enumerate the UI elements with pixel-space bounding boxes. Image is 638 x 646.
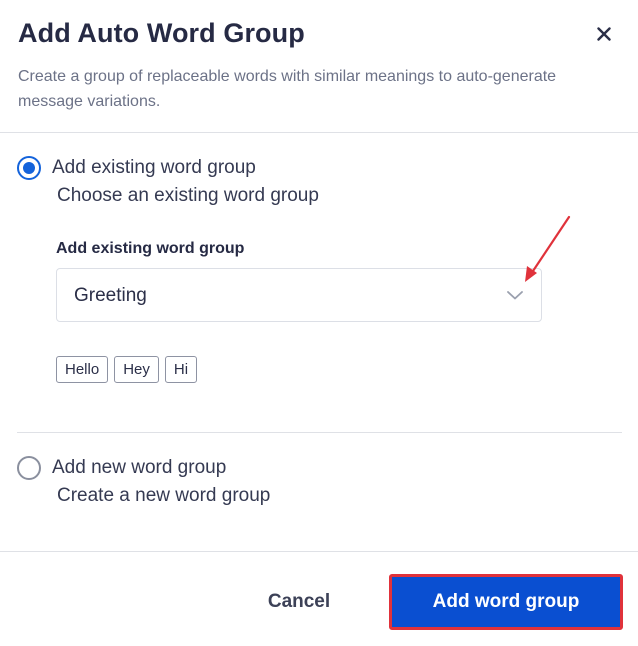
chevron-down-icon	[507, 291, 523, 300]
radio-existing-word-group[interactable]	[17, 156, 41, 180]
existing-group-field-label: Add existing word group	[56, 240, 245, 257]
add-word-group-button[interactable]: Add word group	[389, 574, 623, 630]
dialog-header: Add Auto Word Group Create a group of re…	[0, 0, 638, 133]
dialog-title: Add Auto Word Group	[18, 18, 305, 48]
close-button[interactable]	[590, 20, 618, 48]
section-divider	[17, 432, 622, 433]
option-existing-label[interactable]: Add existing word group	[52, 157, 256, 179]
option-existing-description: Choose an existing word group	[57, 185, 319, 206]
dialog-subtitle: Create a group of replaceable words with…	[18, 68, 557, 110]
option-new-description: Create a new word group	[57, 485, 271, 506]
word-tag: Hey	[114, 356, 159, 383]
word-tags: Hello Hey Hi	[56, 356, 198, 383]
add-auto-word-group-dialog: Add Auto Word Group Create a group of re…	[0, 0, 638, 645]
existing-group-dropdown[interactable]: Greeting	[56, 268, 542, 322]
dropdown-selected-value: Greeting	[74, 285, 147, 306]
cancel-button[interactable]: Cancel	[244, 588, 354, 616]
radio-new-word-group[interactable]	[17, 456, 41, 480]
option-new-label[interactable]: Add new word group	[52, 457, 226, 479]
word-tag: Hi	[164, 356, 198, 383]
word-tag: Hello	[56, 356, 109, 383]
dialog-footer: Cancel Add word group	[0, 551, 638, 646]
radio-selected-dot	[23, 162, 35, 174]
close-icon	[597, 27, 611, 41]
